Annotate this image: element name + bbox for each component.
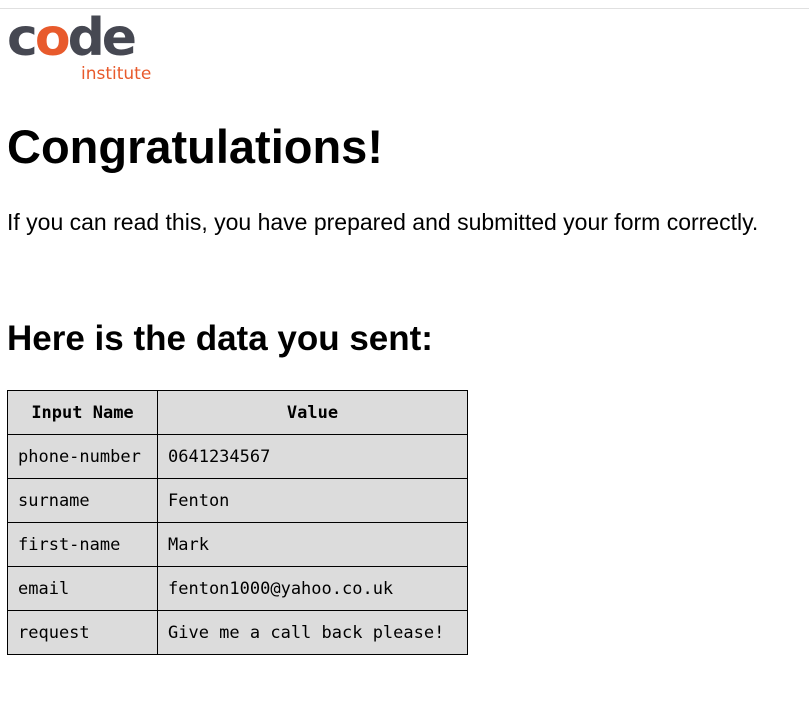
table-header-row: Input Name Value	[7, 390, 468, 435]
table-row: request Give me a call back please!	[7, 610, 468, 655]
logo-wordmark: code	[7, 8, 137, 68]
value-cell: fenton1000@yahoo.co.uk	[157, 566, 468, 611]
value-cell: 0641234567	[157, 434, 468, 479]
value-cell: Fenton	[157, 478, 468, 523]
table-row: phone-number 0641234567	[7, 434, 468, 479]
input-name-cell: email	[7, 566, 158, 611]
logo-letter-o: o	[34, 8, 71, 68]
table-row: surname Fenton	[7, 478, 468, 523]
table-row: email fenton1000@yahoo.co.uk	[7, 566, 468, 611]
input-name-cell: phone-number	[7, 434, 158, 479]
value-cell: Mark	[157, 522, 468, 567]
logo-letters-de: de	[67, 8, 137, 68]
submitted-data-table: Input Name Value phone-number 0641234567…	[7, 390, 468, 655]
logo-subtitle: institute	[81, 64, 152, 84]
input-name-cell: request	[7, 610, 158, 655]
value-cell: Give me a call back please!	[157, 610, 468, 655]
input-name-cell: first-name	[7, 522, 158, 567]
success-message: If you can read this, you have prepared …	[7, 209, 759, 235]
header-input-name: Input Name	[7, 390, 158, 435]
table-row: first-name Mark	[7, 522, 468, 567]
logo-letters-c: c	[7, 8, 38, 68]
code-institute-logo: code institute	[7, 8, 167, 88]
data-heading: Here is the data you sent:	[7, 319, 433, 358]
page-title: Congratulations!	[7, 120, 383, 173]
input-name-cell: surname	[7, 478, 158, 523]
header-value: Value	[157, 390, 468, 435]
